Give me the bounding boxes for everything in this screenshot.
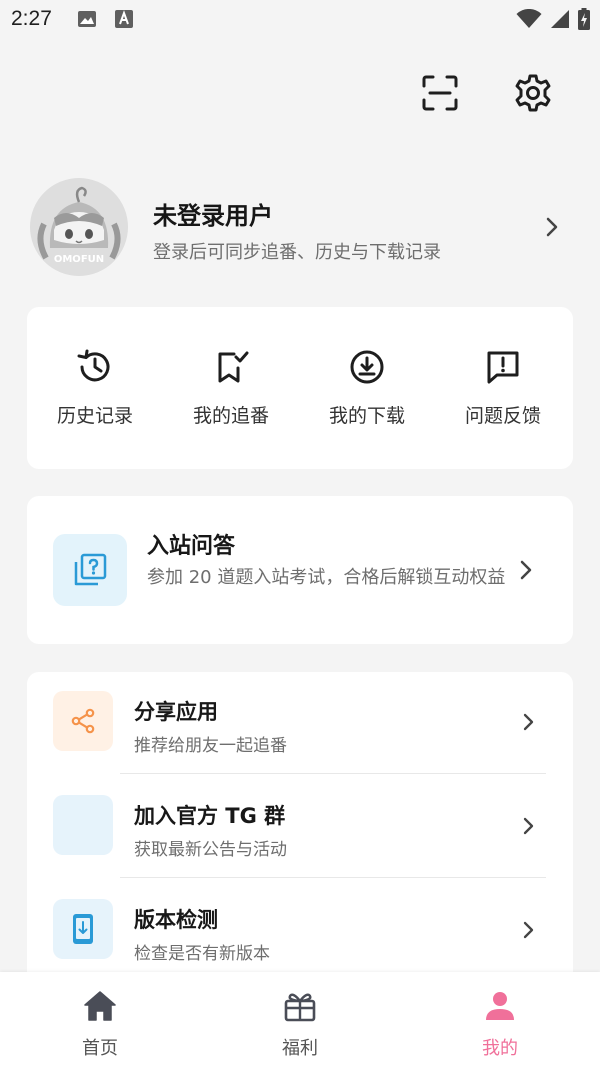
row-subtitle: 推荐给朋友一起追番 xyxy=(134,736,287,756)
chevron-right-icon xyxy=(523,713,534,731)
quiz-icon-tile xyxy=(53,534,127,606)
avatar[interactable]: OMOFUN xyxy=(30,178,128,276)
chevron-right-icon xyxy=(546,217,558,237)
tab-benefits[interactable]: 福利 xyxy=(240,990,360,1060)
person-icon xyxy=(486,992,514,1020)
more-options-card: 分享应用 推荐给朋友一起追番 加入官方 TG 群 获取最新公告与活动 版本检测 … xyxy=(27,672,573,992)
history-icon xyxy=(77,349,110,382)
quick-action-downloads[interactable]: 我的下载 xyxy=(299,347,435,428)
feedback-icon xyxy=(487,351,519,384)
quick-action-label: 我的追番 xyxy=(192,405,269,427)
chevron-right-icon xyxy=(520,560,532,580)
scan-icon xyxy=(422,75,458,111)
tab-mine[interactable]: 我的 xyxy=(440,990,560,1060)
quick-action-label: 我的下载 xyxy=(328,405,405,427)
tab-label: 我的 xyxy=(482,1038,518,1059)
row-subtitle: 获取最新公告与活动 xyxy=(134,840,287,860)
scan-button[interactable] xyxy=(416,69,464,117)
version-icon-tile xyxy=(53,899,113,959)
battery-charging-icon xyxy=(578,8,590,30)
bottom-tab-bar: 首页 福利 我的 xyxy=(0,972,600,1066)
divider xyxy=(120,773,546,774)
image-notification-icon xyxy=(78,11,96,27)
version-check-row[interactable]: 版本检测 检查是否有新版本 xyxy=(27,880,573,984)
telegram-icon xyxy=(53,795,113,855)
divider xyxy=(120,877,546,878)
share-app-row[interactable]: 分享应用 推荐给朋友一起追番 xyxy=(27,672,573,776)
share-icon xyxy=(71,708,95,734)
download-icon xyxy=(350,350,384,384)
status-bar: 2:27 xyxy=(0,0,600,42)
wifi-icon xyxy=(516,9,542,28)
tab-home[interactable]: 首页 xyxy=(40,990,160,1060)
chevron-right-icon xyxy=(523,921,534,939)
chevron-right-icon xyxy=(523,817,534,835)
quick-action-following[interactable]: 我的追番 xyxy=(163,347,299,428)
gift-icon xyxy=(284,993,316,1022)
row-title: 分享应用 xyxy=(134,700,218,724)
quick-action-label: 问题反馈 xyxy=(464,405,541,427)
tab-label: 首页 xyxy=(82,1038,118,1059)
gear-icon xyxy=(515,74,551,112)
phone-download-icon xyxy=(73,914,93,944)
mascot-avatar-icon: OMOFUN xyxy=(30,178,128,276)
font-notification-icon xyxy=(115,10,133,28)
bookmark-check-icon xyxy=(218,351,249,383)
quick-action-history[interactable]: 历史记录 xyxy=(27,347,163,428)
profile-header[interactable]: OMOFUN 未登录用户 登录后可同步追番、历史与下载记录 xyxy=(30,178,575,278)
quiz-description: 参加 20 道题入站考试，合格后解锁互动权益 xyxy=(147,567,506,588)
quick-actions-card: 历史记录 我的追番 我的下载 问题反馈 xyxy=(27,307,573,469)
user-subtitle: 登录后可同步追番、历史与下载记录 xyxy=(153,242,441,263)
share-icon-tile xyxy=(53,691,113,751)
cellular-signal-icon xyxy=(551,10,569,28)
join-tg-group-row[interactable]: 加入官方 TG 群 获取最新公告与活动 xyxy=(27,776,573,880)
settings-button[interactable] xyxy=(509,69,557,117)
tab-label: 福利 xyxy=(282,1038,318,1059)
home-icon xyxy=(84,991,116,1021)
quick-action-feedback[interactable]: 问题反馈 xyxy=(435,347,571,428)
row-title: 版本检测 xyxy=(134,908,218,932)
status-time: 2:27 xyxy=(11,7,52,30)
quick-action-label: 历史记录 xyxy=(56,405,133,427)
entrance-quiz-card[interactable]: 入站问答 参加 20 道题入站考试，合格后解锁互动权益 xyxy=(27,496,573,644)
quiz-title: 入站问答 xyxy=(147,534,236,559)
question-icon xyxy=(74,553,107,586)
row-title: 加入官方 TG 群 xyxy=(134,804,286,828)
user-name: 未登录用户 xyxy=(153,202,273,230)
row-subtitle: 检查是否有新版本 xyxy=(134,944,270,964)
avatar-logo-text: OMOFUN xyxy=(54,254,104,265)
